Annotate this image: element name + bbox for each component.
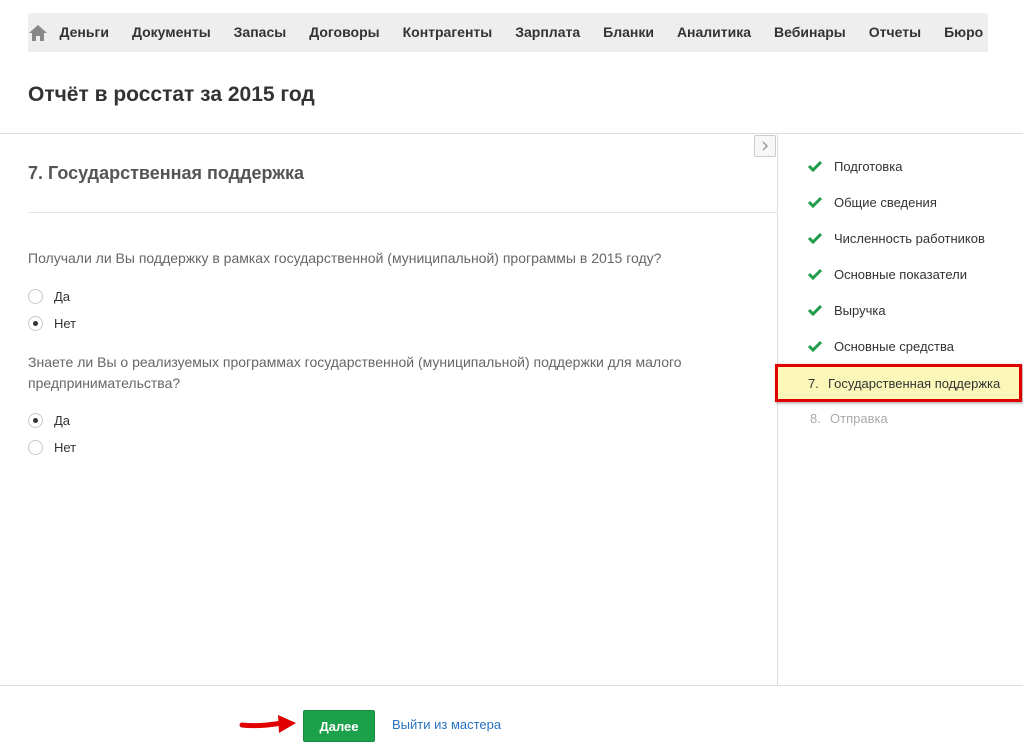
radio-label: Да	[54, 289, 71, 304]
page-title: Отчёт в росстат за 2015 год	[28, 83, 315, 106]
step-label: Общие сведения	[834, 194, 937, 210]
nav-documents[interactable]: Документы	[120, 13, 222, 52]
nav-forms[interactable]: Бланки	[592, 13, 666, 52]
step-employees[interactable]: Численность работников	[778, 220, 1023, 256]
nav-bureau[interactable]: Бюро	[933, 13, 995, 52]
q1-option-yes[interactable]: Да	[28, 289, 70, 304]
q2-option-yes[interactable]: Да	[28, 413, 70, 428]
step-label: Основные показатели	[834, 266, 967, 282]
q1-option-no[interactable]: Нет	[28, 316, 76, 331]
check-icon	[778, 268, 834, 280]
radio-button[interactable]	[28, 289, 43, 304]
top-navigation: Деньги Документы Запасы Договоры Контраг…	[28, 13, 988, 52]
question-2: Знаете ли Вы о реализуемых программах го…	[28, 354, 682, 391]
radio-button-checked[interactable]	[28, 413, 43, 428]
step-label: Государственная поддержка	[828, 375, 1001, 391]
check-icon	[778, 160, 834, 172]
step-submission: 8. Отправка	[778, 400, 1023, 436]
nav-money[interactable]: Деньги	[48, 13, 120, 52]
nav-reports[interactable]: Отчеты	[857, 13, 932, 52]
step-number: 7.	[808, 375, 819, 391]
radio-label: Нет	[54, 316, 77, 331]
step-revenue[interactable]: Выручка	[778, 292, 1023, 328]
step-label: Основные средства	[834, 338, 954, 354]
section-divider	[28, 212, 777, 213]
nav-contracts[interactable]: Договоры	[298, 13, 391, 52]
radio-label: Нет	[54, 440, 77, 455]
step-label: Выручка	[834, 302, 886, 318]
check-icon	[778, 232, 834, 244]
footer-divider	[0, 685, 1023, 686]
step-general-info[interactable]: Общие сведения	[778, 184, 1023, 220]
step-number: 8.	[810, 410, 821, 426]
question-1: Получали ли Вы поддержку в рамках госуда…	[28, 250, 662, 266]
divider	[0, 133, 1023, 134]
chevron-right-icon	[762, 141, 769, 151]
collapse-sidebar-button[interactable]	[754, 135, 776, 157]
step-label: Отправка	[830, 410, 888, 426]
section-title: 7. Государственная поддержка	[28, 163, 305, 183]
step-label: Численность работников	[834, 230, 985, 246]
step-label: Подготовка	[834, 158, 903, 174]
home-icon[interactable]	[28, 13, 48, 52]
nav-counterparties[interactable]: Контрагенты	[391, 13, 504, 52]
nav-stock[interactable]: Запасы	[222, 13, 298, 52]
radio-button[interactable]	[28, 440, 43, 455]
radio-button-checked[interactable]	[28, 316, 43, 331]
check-icon	[778, 196, 834, 208]
step-fixed-assets[interactable]: Основные средства	[778, 328, 1023, 364]
step-main-indicators[interactable]: Основные показатели	[778, 256, 1023, 292]
red-arrow-icon	[239, 715, 296, 733]
nav-webinars[interactable]: Вебинары	[763, 13, 858, 52]
check-icon	[778, 340, 834, 352]
step-state-support-active[interactable]: 7. Государственная поддержка	[775, 364, 1022, 402]
check-icon	[778, 304, 834, 316]
radio-label: Да	[54, 413, 71, 428]
exit-wizard-link[interactable]: Выйти из мастера	[392, 717, 501, 732]
q2-option-no[interactable]: Нет	[28, 440, 76, 455]
nav-salary[interactable]: Зарплата	[504, 13, 592, 52]
next-button[interactable]: Далее	[303, 710, 375, 742]
step-preparation[interactable]: Подготовка	[778, 148, 1023, 184]
nav-analytics[interactable]: Аналитика	[665, 13, 762, 52]
